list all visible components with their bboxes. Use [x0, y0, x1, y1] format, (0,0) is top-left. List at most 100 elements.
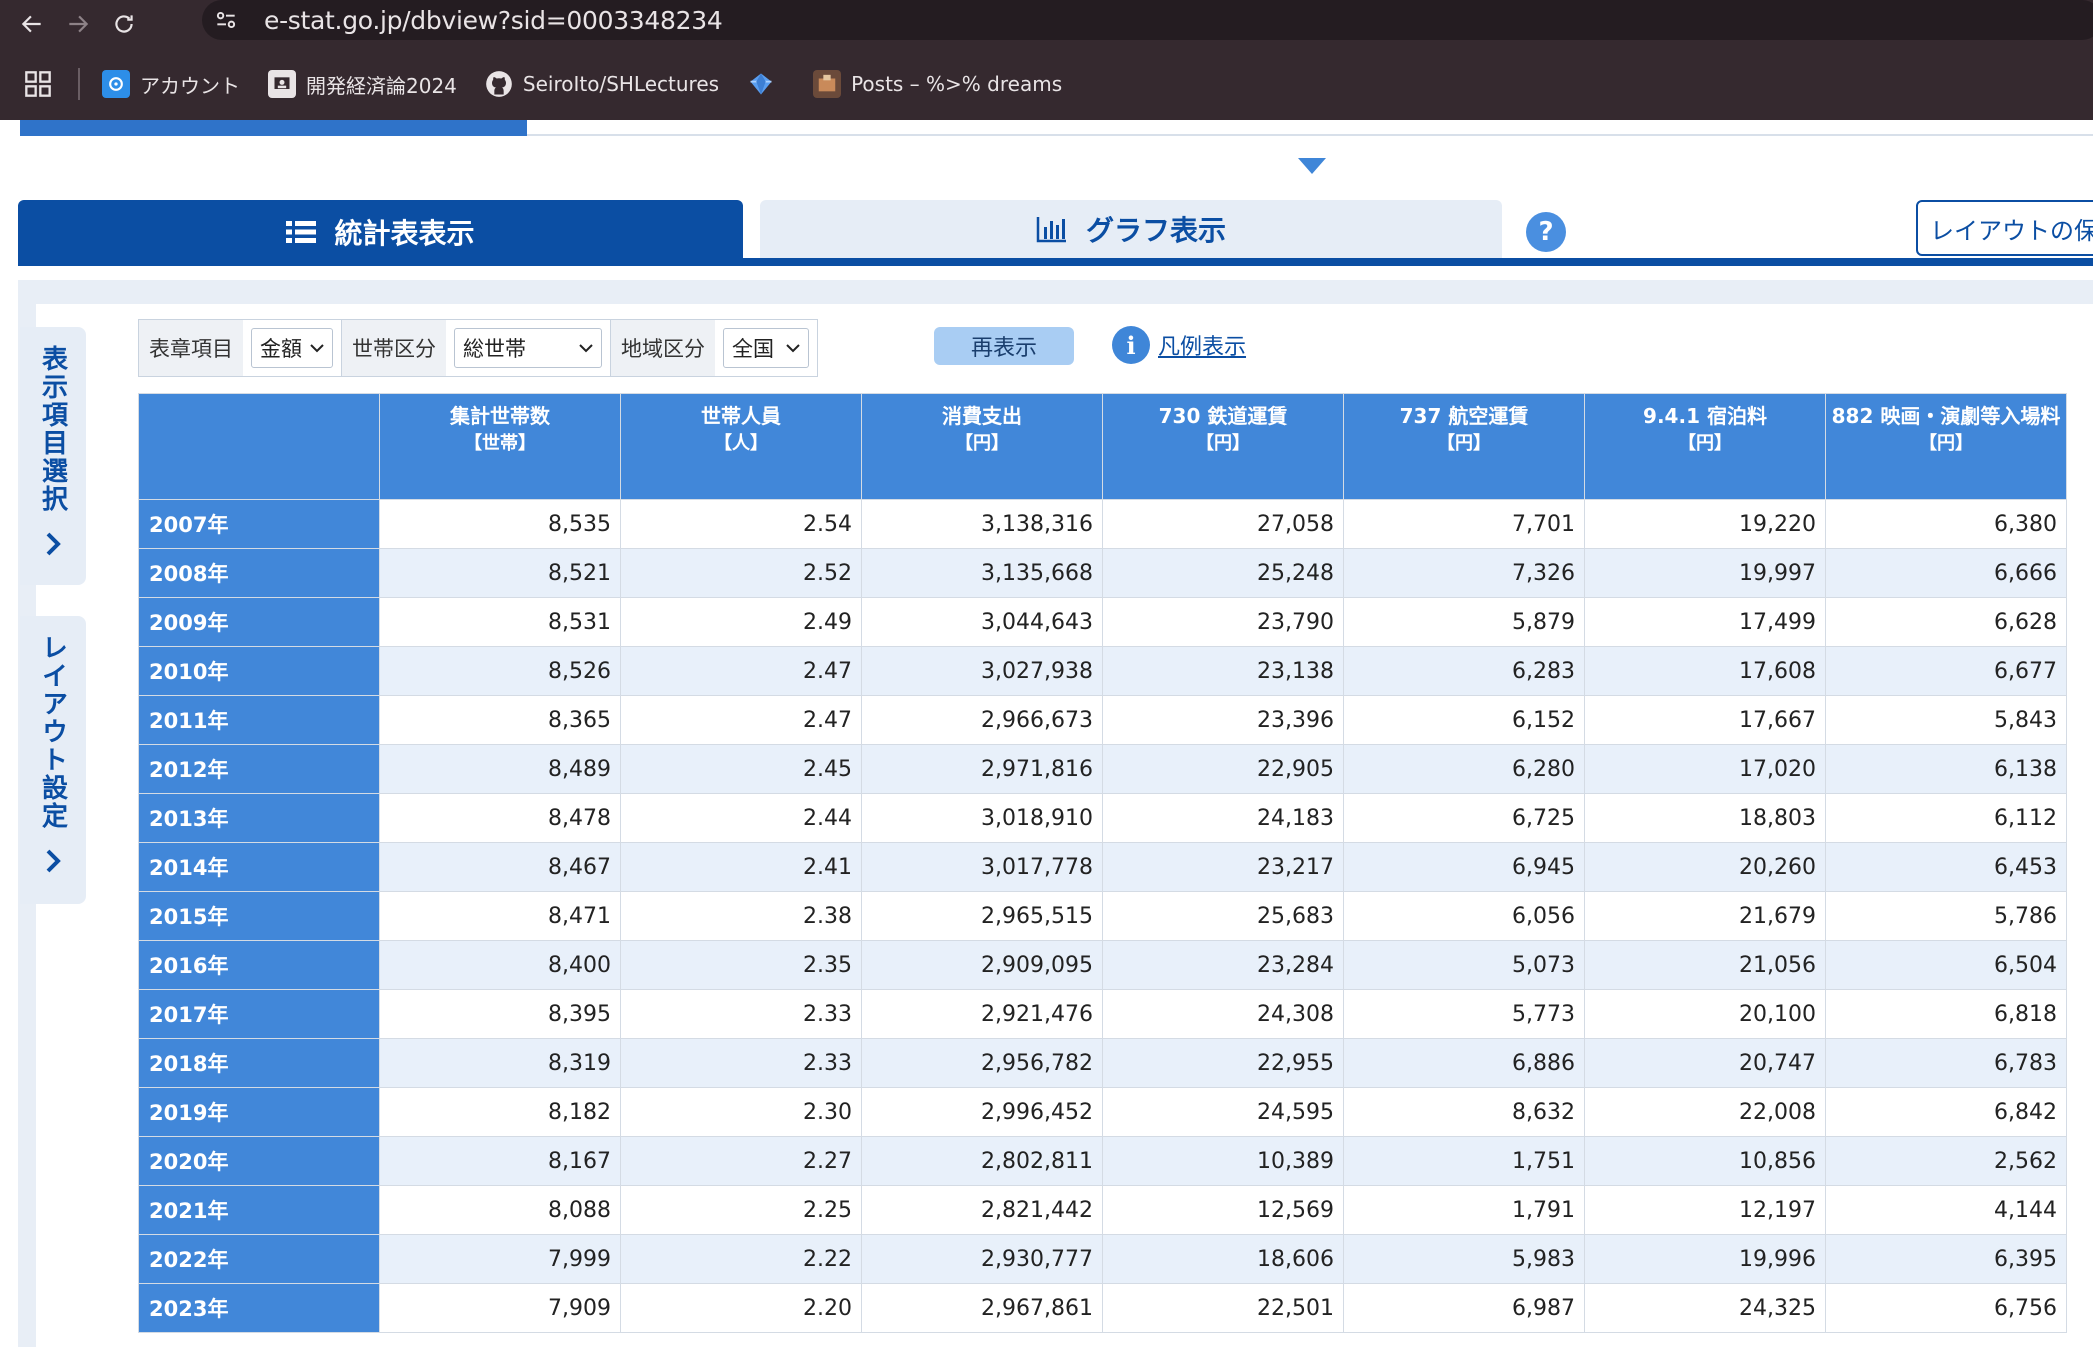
table-cell: 2,821,442 — [861, 1185, 1103, 1235]
tab-graph-view[interactable]: グラフ表示 — [760, 200, 1502, 258]
address-bar[interactable]: e-stat.go.jp/dbview?sid=0003348234 — [202, 0, 2093, 40]
table-cell: 18,606 — [1102, 1234, 1344, 1284]
table-cell: 6,725 — [1343, 793, 1585, 843]
collapse-arrow-icon[interactable] — [1296, 156, 1328, 176]
table-cell: 6,112 — [1825, 793, 2067, 843]
tab-label: 統計表表示 — [334, 217, 475, 250]
row-header-year: 2020年 — [138, 1136, 380, 1186]
filter-household-select[interactable]: 総世帯 — [454, 328, 602, 368]
side-tab-item-select[interactable]: 表示項目選択 — [20, 327, 86, 585]
column-header[interactable]: 消費支出 【円】 — [861, 393, 1103, 500]
reload-button[interactable] — [104, 4, 144, 44]
table-cell: 12,197 — [1584, 1185, 1826, 1235]
table-cell: 6,504 — [1825, 940, 2067, 990]
table-cell: 1,751 — [1343, 1136, 1585, 1186]
table-cell: 2,802,811 — [861, 1136, 1103, 1186]
table-cell: 8,531 — [379, 597, 621, 647]
site-settings-icon[interactable] — [206, 0, 246, 40]
filter-household-type: 世帯区分 総世帯 — [342, 319, 611, 377]
layout-save-button[interactable]: レイアウトの保 — [1916, 200, 2093, 256]
table-cell: 2.30 — [620, 1087, 862, 1137]
table-cell: 7,701 — [1343, 499, 1585, 549]
filter-region-select[interactable]: 全国 — [723, 328, 809, 368]
table-cell: 5,786 — [1825, 891, 2067, 941]
table-cell: 8,088 — [379, 1185, 621, 1235]
table-cell: 2,967,861 — [861, 1283, 1103, 1333]
table-cell: 25,248 — [1102, 548, 1344, 598]
bookmark-gem[interactable] — [747, 70, 785, 98]
bookmark-label: SeiroIto/SHLectures — [522, 72, 720, 96]
chevron-down-icon — [310, 344, 324, 353]
table-cell: 4,144 — [1825, 1185, 2067, 1235]
side-tab-label: 表示項目選択 — [37, 345, 68, 513]
filter-table-item-select[interactable]: 金額 — [251, 328, 333, 368]
redisplay-button[interactable]: 再表示 — [934, 327, 1074, 365]
table-cell: 8,467 — [379, 842, 621, 892]
side-tab-layout-settings[interactable]: レイアウト設定 — [20, 616, 86, 904]
table-cell: 2,996,452 — [861, 1087, 1103, 1137]
legend-link[interactable]: i 凡例表示 — [1112, 326, 1246, 364]
table-cell: 2.49 — [620, 597, 862, 647]
column-header[interactable]: 9.4.1 宿泊料 【円】 — [1584, 393, 1826, 500]
row-header-year: 2018年 — [138, 1038, 380, 1088]
table-header-row: 集計世帯数 【世帯】 世帯人員 【人】 消費支出 【円】 730 鉄道運賃 【円】 737 航空… — [138, 393, 2067, 500]
table-cell: 2.54 — [620, 499, 862, 549]
table-cell: 2,562 — [1825, 1136, 2067, 1186]
table-cell: 27,058 — [1102, 499, 1344, 549]
column-header[interactable]: 集計世帯数 【世帯】 — [379, 393, 621, 500]
column-header[interactable]: 737 航空運賃 【円】 — [1343, 393, 1585, 500]
column-header[interactable]: 世帯人員 【人】 — [620, 393, 862, 500]
table-cell: 6,783 — [1825, 1038, 2067, 1088]
back-button[interactable] — [12, 4, 52, 44]
table-cell: 8,489 — [379, 744, 621, 794]
reload-icon — [115, 15, 133, 33]
column-header[interactable]: 882 映画・演劇等入場料 【円】 — [1825, 393, 2067, 500]
table-cell: 3,044,643 — [861, 597, 1103, 647]
table-cell: 6,677 — [1825, 646, 2067, 696]
column-header-unit: 【円】 — [1678, 433, 1732, 454]
table-row: 2011年 8,365 2.47 2,966,673 23,396 6,152 17,667… — [138, 695, 2067, 745]
forward-button[interactable] — [58, 4, 98, 44]
table-cell: 17,020 — [1584, 744, 1826, 794]
apps-grid-icon[interactable] — [24, 70, 52, 98]
table-cell: 25,683 — [1102, 891, 1344, 941]
table-cell: 8,365 — [379, 695, 621, 745]
table-cell: 5,073 — [1343, 940, 1585, 990]
stats-table: 集計世帯数 【世帯】 世帯人員 【人】 消費支出 【円】 730 鉄道運賃 【円】 737 航空… — [138, 393, 2067, 1333]
bookmark-account[interactable]: アカウント — [102, 70, 240, 99]
side-tab-label: レイアウト設定 — [37, 634, 68, 830]
column-header[interactable]: 730 鉄道運賃 【円】 — [1102, 393, 1344, 500]
column-header-unit: 【円】 — [1919, 433, 1973, 454]
table-row: 2022年 7,999 2.22 2,930,777 18,606 5,983 19,996… — [138, 1234, 2067, 1284]
table-cell: 2.52 — [620, 548, 862, 598]
table-cell: 6,152 — [1343, 695, 1585, 745]
column-header-name: 730 鉄道運賃 — [1158, 404, 1288, 428]
tab-table-view[interactable]: 統計表表示 — [18, 200, 743, 264]
table-cell: 2.45 — [620, 744, 862, 794]
table-row: 2010年 8,526 2.47 3,027,938 23,138 6,283 17,608… — [138, 646, 2067, 696]
bookmark-blog[interactable]: Posts – %>% dreams — [813, 70, 1062, 98]
table-row: 2023年 7,909 2.20 2,967,861 22,501 6,987 24,325… — [138, 1283, 2067, 1333]
table-cell: 19,996 — [1584, 1234, 1826, 1284]
column-header-unit: 【人】 — [714, 433, 768, 454]
table-cell: 8,319 — [379, 1038, 621, 1088]
chevron-down-icon — [786, 344, 800, 353]
row-header-year: 2015年 — [138, 891, 380, 941]
table-cell: 6,756 — [1825, 1283, 2067, 1333]
select-value: 総世帯 — [463, 337, 526, 361]
github-icon — [485, 70, 513, 98]
table-cell: 8,167 — [379, 1136, 621, 1186]
table-row: 2015年 8,471 2.38 2,965,515 25,683 6,056 21,679… — [138, 891, 2067, 941]
row-header-year: 2023年 — [138, 1283, 380, 1333]
table-cell: 2.33 — [620, 1038, 862, 1088]
table-cell: 23,138 — [1102, 646, 1344, 696]
row-header-year: 2017年 — [138, 989, 380, 1039]
bookmark-course[interactable]: 開発経済論2024 — [268, 70, 457, 99]
tab-label: グラフ表示 — [1085, 214, 1226, 247]
bookmark-github[interactable]: SeiroIto/SHLectures — [485, 70, 719, 98]
table-cell: 6,886 — [1343, 1038, 1585, 1088]
url-text[interactable]: e-stat.go.jp/dbview?sid=0003348234 — [264, 6, 723, 35]
help-button[interactable]: ? — [1526, 212, 1566, 252]
table-row: 2007年 8,535 2.54 3,138,316 27,058 7,701 19,220… — [138, 499, 2067, 549]
bookmarks-bar: アカウント 開発経済論2024 SeiroIto/SHLectures Post… — [0, 48, 2093, 120]
